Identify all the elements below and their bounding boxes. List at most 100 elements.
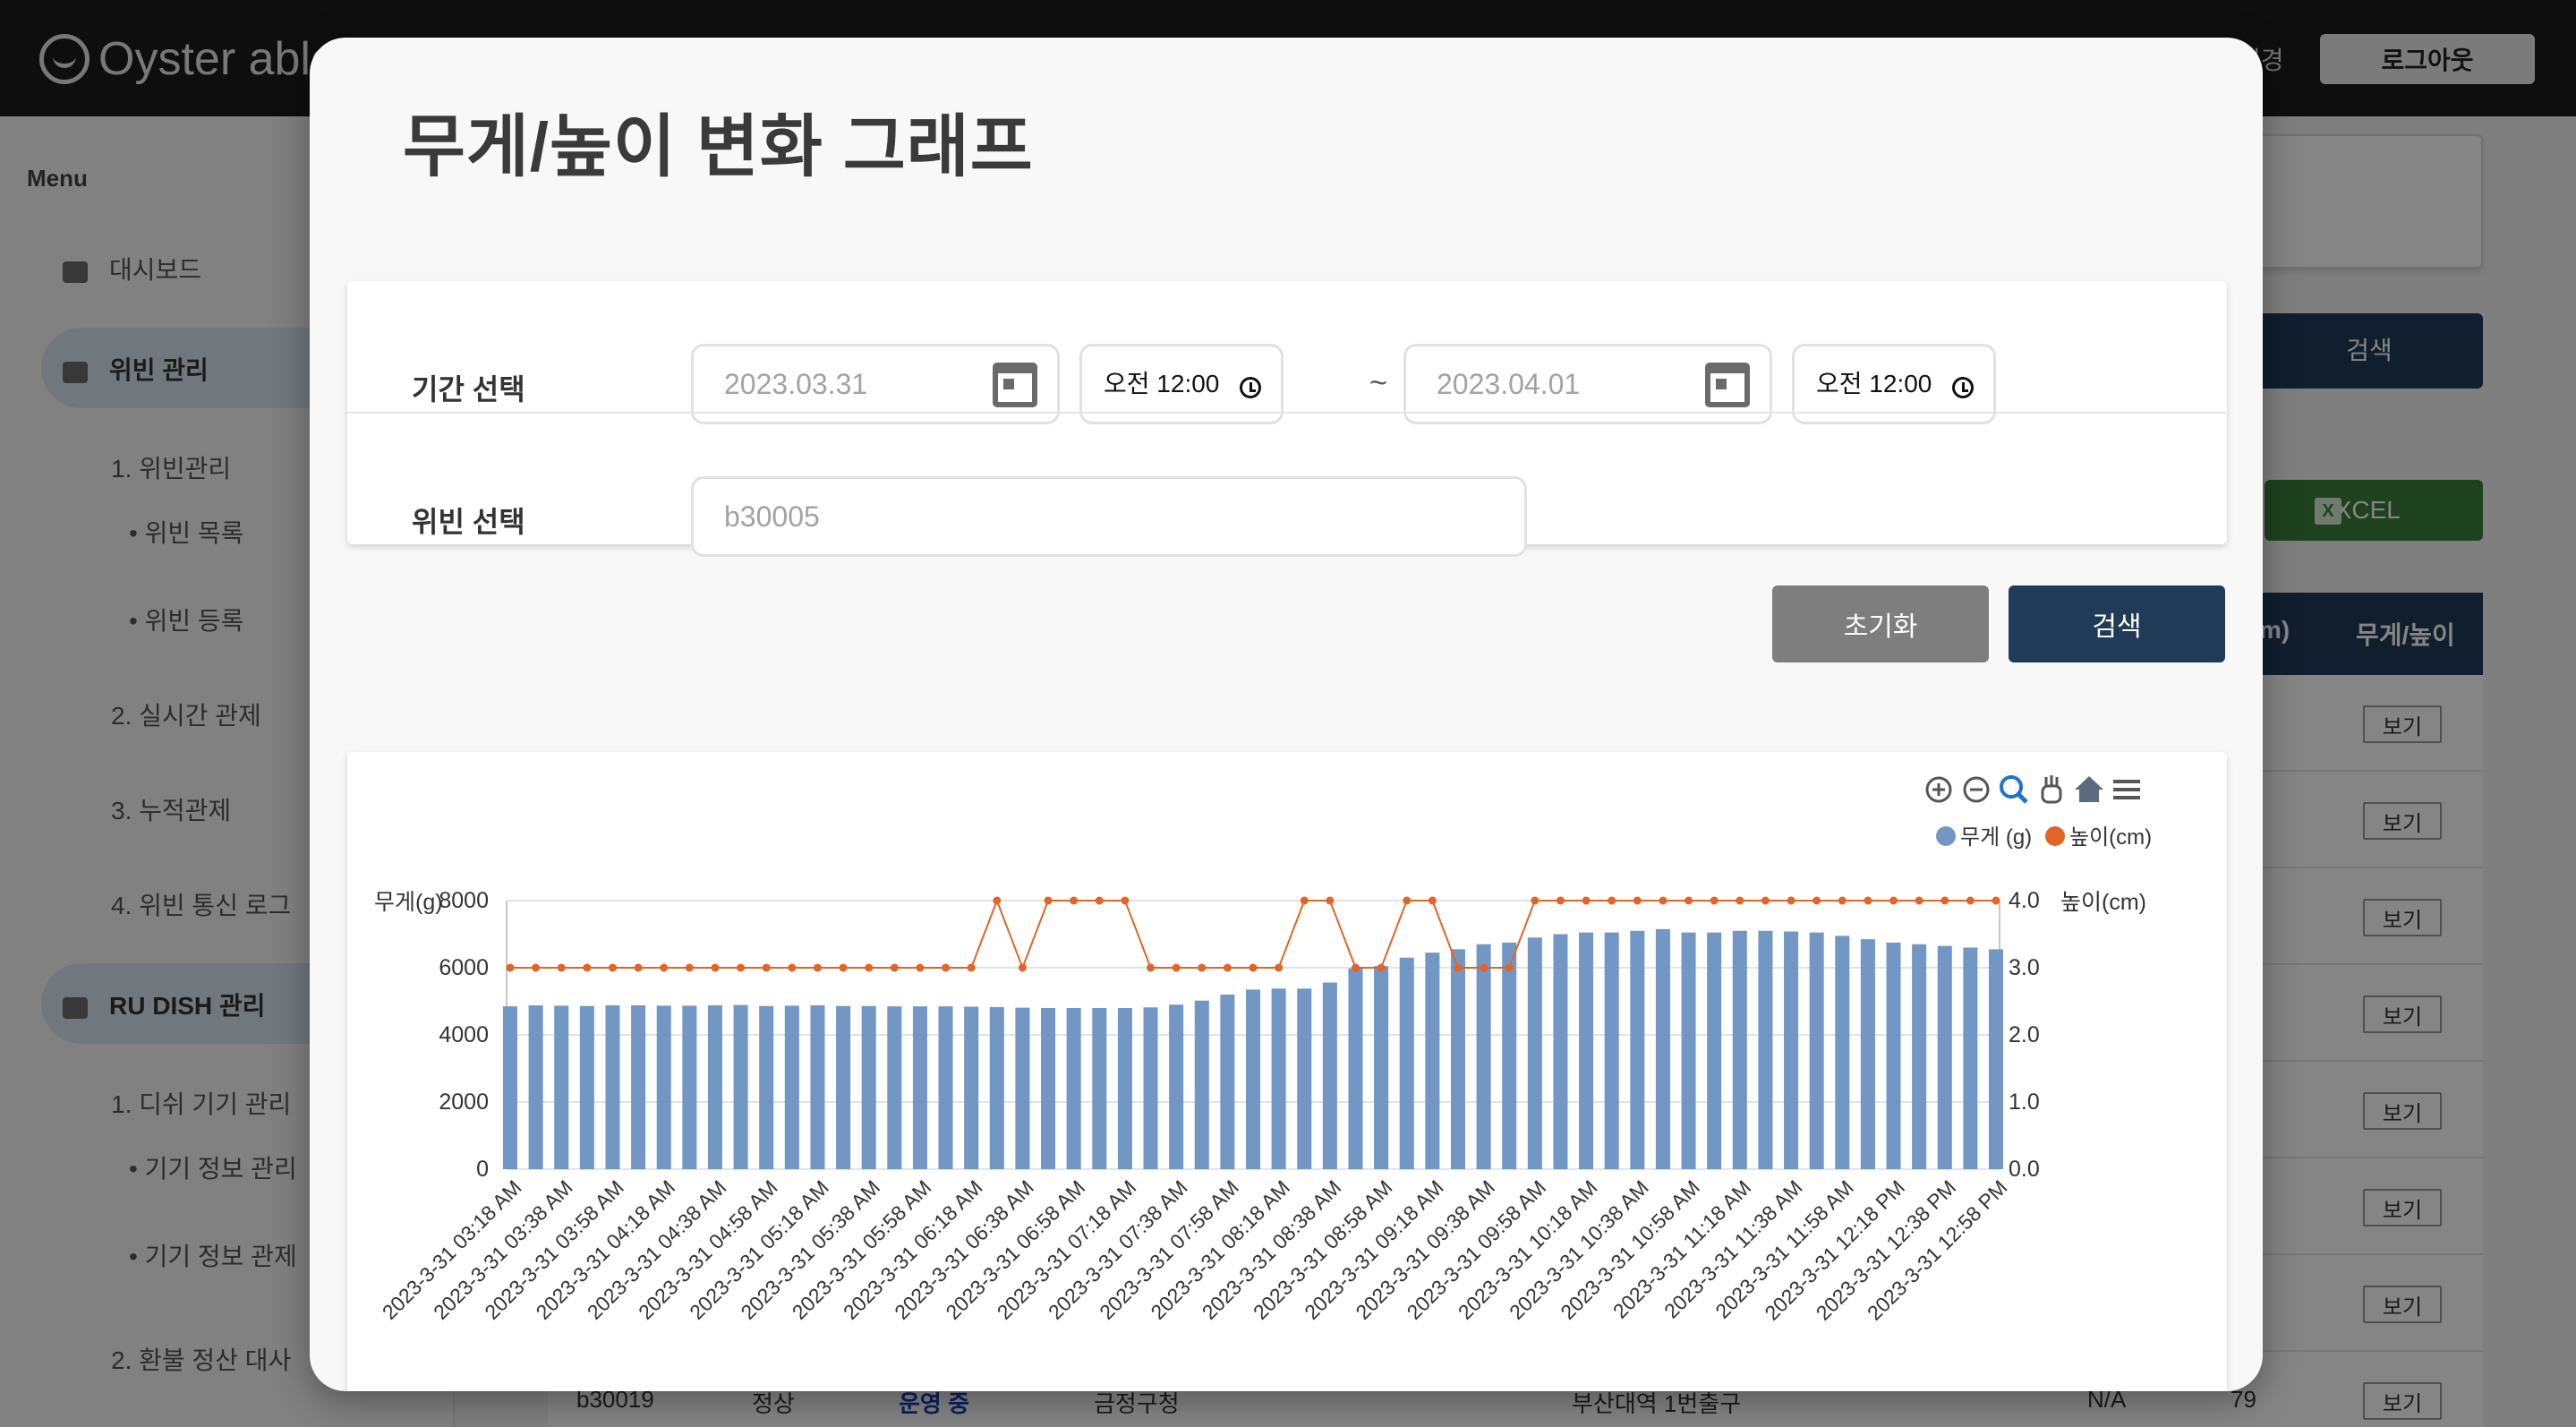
weight-bar[interactable]: [502, 1006, 518, 1169]
weight-bar[interactable]: [1425, 953, 1440, 1169]
height-point[interactable]: [737, 963, 746, 972]
height-point[interactable]: [634, 963, 643, 972]
weight-bar[interactable]: [1732, 930, 1747, 1169]
height-point[interactable]: [1147, 963, 1156, 972]
clock-icon[interactable]: [1240, 377, 1261, 398]
height-point[interactable]: [865, 963, 874, 972]
weight-bar[interactable]: [1450, 949, 1465, 1169]
weight-bar[interactable]: [938, 1006, 953, 1169]
weight-bar[interactable]: [1604, 932, 1619, 1169]
height-point[interactable]: [1736, 896, 1744, 905]
weight-bar[interactable]: [1886, 942, 1901, 1169]
zoom-in-icon[interactable]: [1925, 776, 1952, 803]
height-point[interactable]: [660, 963, 669, 972]
weight-bar[interactable]: [554, 1005, 569, 1169]
weight-bar[interactable]: [605, 1005, 620, 1169]
weight-bar[interactable]: [682, 1005, 697, 1169]
reset-button[interactable]: 초기화: [1772, 585, 1989, 662]
weight-bar[interactable]: [1092, 1008, 1107, 1169]
height-point[interactable]: [1172, 963, 1181, 972]
weight-bar[interactable]: [528, 1005, 543, 1169]
calendar-icon[interactable]: [1705, 363, 1750, 407]
height-point[interactable]: [685, 963, 694, 972]
magnify-icon[interactable]: [2000, 775, 2028, 804]
height-point[interactable]: [557, 963, 566, 972]
height-point[interactable]: [1454, 963, 1463, 972]
weight-bar[interactable]: [759, 1005, 774, 1169]
weight-bar[interactable]: [1579, 932, 1594, 1169]
weight-bar[interactable]: [1809, 932, 1824, 1169]
search-button[interactable]: 검색: [2009, 585, 2225, 662]
height-point[interactable]: [1889, 896, 1898, 905]
weight-bar[interactable]: [1655, 928, 1670, 1169]
weight-bar[interactable]: [1399, 957, 1414, 1169]
weight-bar[interactable]: [1297, 988, 1312, 1169]
pan-hand-icon[interactable]: [2041, 775, 2062, 804]
weight-bar[interactable]: [810, 1005, 825, 1169]
height-point[interactable]: [1685, 896, 1693, 905]
height-point[interactable]: [762, 963, 771, 972]
weight-bar[interactable]: [1143, 1007, 1158, 1169]
height-point[interactable]: [1095, 896, 1104, 905]
height-point[interactable]: [1403, 896, 1412, 905]
weight-bar[interactable]: [964, 1006, 979, 1170]
weight-bar[interactable]: [784, 1005, 799, 1169]
height-point[interactable]: [583, 963, 592, 972]
height-point[interactable]: [788, 963, 797, 972]
height-point[interactable]: [1428, 896, 1437, 905]
weight-bar[interactable]: [887, 1006, 902, 1169]
weight-bar[interactable]: [1220, 995, 1235, 1169]
height-point[interactable]: [506, 963, 515, 972]
height-point[interactable]: [1992, 896, 2000, 905]
weight-bar[interactable]: [1784, 931, 1799, 1170]
weight-bar[interactable]: [1502, 942, 1517, 1169]
weight-bar[interactable]: [733, 1004, 748, 1169]
height-point[interactable]: [711, 963, 720, 972]
height-point[interactable]: [942, 963, 951, 972]
height-point[interactable]: [1761, 896, 1770, 905]
height-point[interactable]: [1787, 896, 1796, 905]
weight-bar[interactable]: [1066, 1008, 1081, 1169]
clock-icon[interactable]: [1952, 377, 1974, 398]
weight-bar[interactable]: [1988, 949, 2004, 1169]
height-point[interactable]: [1275, 963, 1284, 972]
height-point[interactable]: [1915, 896, 1923, 905]
weight-bar[interactable]: [1835, 936, 1850, 1169]
height-point[interactable]: [993, 896, 1002, 905]
weight-bar[interactable]: [1245, 989, 1261, 1169]
weight-bar[interactable]: [1194, 1000, 1209, 1169]
weight-bar[interactable]: [1963, 947, 1978, 1170]
height-point[interactable]: [813, 963, 822, 972]
weight-bar[interactable]: [1169, 1004, 1184, 1169]
height-point[interactable]: [1659, 896, 1668, 905]
height-point[interactable]: [890, 963, 899, 972]
weight-bar[interactable]: [1553, 934, 1568, 1170]
weight-bar[interactable]: [579, 1005, 594, 1169]
height-point[interactable]: [1300, 896, 1309, 905]
weight-bar[interactable]: [1374, 966, 1389, 1169]
weight-bar[interactable]: [1758, 930, 1773, 1169]
legend-label-height[interactable]: 높이(cm): [2069, 825, 2152, 850]
height-point[interactable]: [1121, 896, 1130, 905]
height-point[interactable]: [1351, 963, 1360, 972]
weight-bar[interactable]: [1117, 1008, 1132, 1169]
height-point[interactable]: [1505, 963, 1514, 972]
height-point[interactable]: [1223, 963, 1232, 972]
weight-bar[interactable]: [1348, 968, 1363, 1169]
height-point[interactable]: [1864, 896, 1872, 905]
height-point[interactable]: [1531, 896, 1540, 905]
weight-bar[interactable]: [631, 1005, 646, 1169]
legend-label-weight[interactable]: 무게 (g): [1960, 825, 2032, 850]
weight-bar[interactable]: [1937, 945, 1952, 1169]
height-point[interactable]: [916, 963, 925, 972]
height-point[interactable]: [1326, 896, 1335, 905]
height-point[interactable]: [1249, 963, 1258, 972]
weight-bar[interactable]: [1041, 1008, 1056, 1169]
height-point[interactable]: [839, 963, 848, 972]
weight-bar[interactable]: [912, 1006, 927, 1169]
height-point[interactable]: [1813, 896, 1821, 905]
menu-icon[interactable]: [2113, 780, 2140, 799]
height-point[interactable]: [1633, 896, 1642, 905]
weight-bar[interactable]: [836, 1005, 851, 1169]
height-point[interactable]: [967, 963, 976, 972]
